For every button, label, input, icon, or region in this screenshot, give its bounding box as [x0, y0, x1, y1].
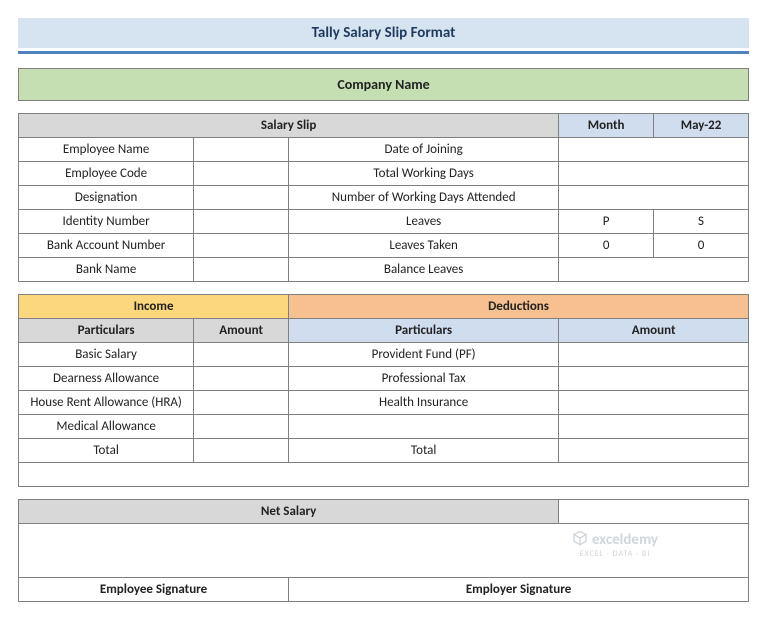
- deductions-particulars-label: Particulars: [289, 319, 559, 343]
- watermark-brand: exceldemy: [592, 531, 658, 549]
- income-amount: [194, 343, 289, 367]
- leaves-taken-label: Leaves Taken: [289, 234, 559, 258]
- balance-leaves-label: Balance Leaves: [289, 258, 559, 282]
- table-row: Identity Number Leaves P S: [19, 210, 749, 234]
- twd-label: Total Working Days: [289, 162, 559, 186]
- net-salary-table: Net Salary exceldemy EXCEL · DATA · BI E…: [18, 499, 749, 602]
- table-row: House Rent Allowance (HRA) Health Insura…: [19, 391, 749, 415]
- page-title: Tally Salary Slip Format: [18, 18, 749, 48]
- employee-signature-label: Employee Signature: [19, 578, 289, 602]
- net-salary-label: Net Salary: [19, 500, 559, 524]
- attended-value: [559, 186, 749, 210]
- designation-value: [194, 186, 289, 210]
- doj-value: [559, 138, 749, 162]
- designation-label: Designation: [19, 186, 194, 210]
- table-row: Basic Salary Provident Fund (PF): [19, 343, 749, 367]
- income-amount-label: Amount: [194, 319, 289, 343]
- month-value: May-22: [654, 114, 749, 138]
- table-row: Bank Account Number Leaves Taken 0 0: [19, 234, 749, 258]
- deduction-item: Provident Fund (PF): [289, 343, 559, 367]
- income-total-label: Total: [19, 439, 194, 463]
- month-label: Month: [559, 114, 654, 138]
- company-table: Company Name: [18, 68, 749, 101]
- bank-acc-value: [194, 234, 289, 258]
- leaves-col-s: S: [654, 210, 749, 234]
- title-underline: [18, 51, 749, 54]
- income-item: Medical Allowance: [19, 415, 194, 439]
- cube-icon: [572, 530, 588, 551]
- table-row: Employee Name Date of Joining: [19, 138, 749, 162]
- deduction-total-amount: [559, 439, 749, 463]
- leaves-taken-s: 0: [654, 234, 749, 258]
- table-row: Employee Code Total Working Days: [19, 162, 749, 186]
- deductions-header: Deductions: [289, 295, 749, 319]
- table-row: Total Total: [19, 439, 749, 463]
- watermark-sub: EXCEL · DATA · BI: [572, 549, 658, 559]
- deduction-amount: [559, 391, 749, 415]
- leaves-taken-p: 0: [559, 234, 654, 258]
- income-particulars-label: Particulars: [19, 319, 194, 343]
- income-deductions-table: Income Deductions Particulars Amount Par…: [18, 294, 749, 487]
- twd-value: [559, 162, 749, 186]
- emp-name-value: [194, 138, 289, 162]
- leaves-label: Leaves: [289, 210, 559, 234]
- income-amount: [194, 367, 289, 391]
- income-header: Income: [19, 295, 289, 319]
- bank-name-value: [194, 258, 289, 282]
- identity-value: [194, 210, 289, 234]
- leaves-col-p: P: [559, 210, 654, 234]
- income-item: Dearness Allowance: [19, 367, 194, 391]
- deduction-amount: [559, 367, 749, 391]
- table-row: Designation Number of Working Days Atten…: [19, 186, 749, 210]
- income-item: Basic Salary: [19, 343, 194, 367]
- income-amount: [194, 415, 289, 439]
- company-name-label: Company Name: [19, 69, 749, 101]
- spacer-row: [19, 463, 749, 487]
- deduction-item: Professional Tax: [289, 367, 559, 391]
- deduction-total-label: Total: [289, 439, 559, 463]
- emp-code-label: Employee Code: [19, 162, 194, 186]
- identity-label: Identity Number: [19, 210, 194, 234]
- attended-label: Number of Working Days Attended: [289, 186, 559, 210]
- table-row: Dearness Allowance Professional Tax: [19, 367, 749, 391]
- income-item: House Rent Allowance (HRA): [19, 391, 194, 415]
- signature-area: exceldemy EXCEL · DATA · BI: [19, 524, 749, 578]
- watermark: exceldemy EXCEL · DATA · BI: [572, 530, 658, 559]
- deductions-amount-label: Amount: [559, 319, 749, 343]
- salary-slip-header: Salary Slip: [19, 114, 559, 138]
- deduction-item: Health Insurance: [289, 391, 559, 415]
- net-salary-value: [559, 500, 749, 524]
- emp-name-label: Employee Name: [19, 138, 194, 162]
- income-amount: [194, 391, 289, 415]
- deduction-amount: [559, 343, 749, 367]
- deduction-item: [289, 415, 559, 439]
- emp-code-value: [194, 162, 289, 186]
- bank-name-label: Bank Name: [19, 258, 194, 282]
- doj-label: Date of Joining: [289, 138, 559, 162]
- salary-slip-table: Salary Slip Month May-22 Employee Name D…: [18, 113, 749, 282]
- table-row: [19, 463, 749, 487]
- employer-signature-label: Employer Signature: [289, 578, 749, 602]
- table-row: Medical Allowance: [19, 415, 749, 439]
- bank-acc-label: Bank Account Number: [19, 234, 194, 258]
- balance-leaves-value: [559, 258, 749, 282]
- deduction-amount: [559, 415, 749, 439]
- table-row: Bank Name Balance Leaves: [19, 258, 749, 282]
- income-total-amount: [194, 439, 289, 463]
